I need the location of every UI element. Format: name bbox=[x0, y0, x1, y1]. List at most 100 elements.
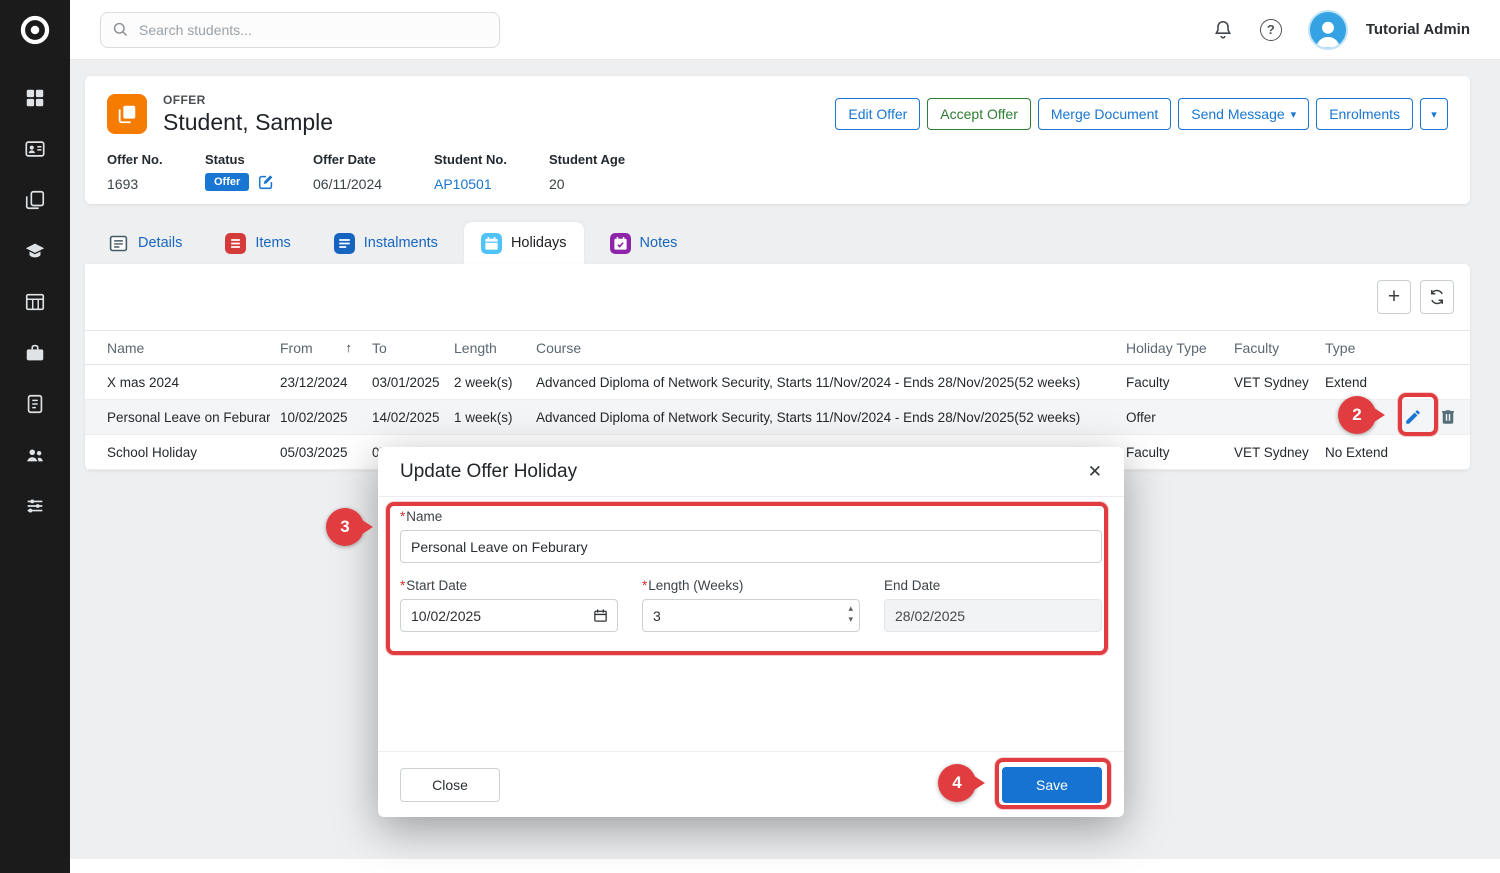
sidebar-item-finance[interactable] bbox=[23, 392, 47, 416]
instalments-icon bbox=[334, 233, 355, 254]
footer-strip bbox=[70, 859, 1500, 873]
cell-name: Personal Leave on Feburary bbox=[85, 400, 270, 435]
from-header-label: From bbox=[280, 340, 313, 356]
col-header-to[interactable]: To bbox=[362, 331, 444, 365]
table-header-row: Name From ↑ To Length Course Holiday Typ… bbox=[85, 331, 1470, 365]
holiday-name-input[interactable] bbox=[400, 530, 1102, 563]
sidebar-item-users[interactable] bbox=[23, 443, 47, 467]
app-logo[interactable] bbox=[0, 0, 70, 60]
dashboard-icon bbox=[24, 87, 46, 109]
col-header-faculty[interactable]: Faculty bbox=[1224, 331, 1315, 365]
user-icon bbox=[1311, 16, 1345, 48]
offer-no-label: Offer No. bbox=[107, 152, 205, 167]
table-row: X mas 2024 23/12/2024 03/01/2025 2 week(… bbox=[85, 365, 1470, 400]
add-holiday-button[interactable]: + bbox=[1377, 280, 1411, 314]
tab-notes-label: Notes bbox=[640, 235, 678, 251]
col-header-type[interactable]: Type bbox=[1315, 331, 1390, 365]
items-icon bbox=[225, 233, 246, 254]
delete-holiday-icon[interactable] bbox=[1439, 408, 1457, 426]
edit-offer-button[interactable]: Edit Offer bbox=[835, 98, 920, 130]
notifications-button[interactable] bbox=[1212, 19, 1234, 41]
enrolments-button[interactable]: Enrolments bbox=[1316, 98, 1413, 130]
cell-course: Advanced Diploma of Network Security, St… bbox=[526, 400, 1116, 435]
col-header-length[interactable]: Length bbox=[444, 331, 526, 365]
tab-holidays[interactable]: Holidays bbox=[464, 222, 584, 264]
sidebar-item-agents[interactable] bbox=[23, 341, 47, 365]
tab-instalments[interactable]: Instalments bbox=[317, 222, 455, 264]
status-label: Status bbox=[205, 152, 313, 167]
cell-to: 03/01/2025 bbox=[362, 365, 444, 400]
col-header-from[interactable]: From ↑ bbox=[270, 331, 362, 365]
sidebar-item-offers[interactable] bbox=[23, 188, 47, 212]
help-button[interactable]: ? bbox=[1260, 19, 1282, 41]
start-date-input[interactable] bbox=[400, 599, 618, 632]
tab-items[interactable]: Items bbox=[208, 222, 307, 264]
tab-details[interactable]: Details bbox=[91, 222, 199, 264]
cell-actions bbox=[1390, 400, 1470, 435]
edit-status-icon[interactable] bbox=[257, 173, 275, 191]
offer-type-icon bbox=[107, 94, 147, 134]
avatar[interactable] bbox=[1308, 10, 1348, 50]
tab-notes[interactable]: Notes bbox=[593, 222, 695, 264]
tab-items-label: Items bbox=[255, 235, 290, 251]
cell-holiday-type: Faculty bbox=[1116, 435, 1224, 470]
more-actions-button[interactable]: ▾ bbox=[1420, 98, 1448, 130]
close-icon[interactable]: ✕ bbox=[1088, 462, 1102, 482]
sidebar-item-courses[interactable] bbox=[23, 239, 47, 263]
sidebar-item-settings[interactable] bbox=[23, 494, 47, 518]
accept-offer-button[interactable]: Accept Offer bbox=[927, 98, 1031, 130]
student-no-link[interactable]: AP10501 bbox=[434, 176, 549, 192]
sidebar-item-students[interactable] bbox=[23, 137, 47, 161]
details-icon bbox=[108, 233, 129, 254]
number-stepper[interactable]: ▴ ▾ bbox=[848, 603, 853, 625]
offer-date-value: 06/11/2024 bbox=[313, 176, 434, 192]
send-message-label: Send Message bbox=[1191, 106, 1284, 122]
search-box bbox=[100, 12, 500, 48]
cell-type: Extend bbox=[1315, 365, 1390, 400]
student-card-icon bbox=[24, 138, 46, 160]
sidebar-item-dashboard[interactable] bbox=[23, 86, 47, 110]
invoice-icon bbox=[24, 393, 46, 415]
col-header-actions bbox=[1390, 331, 1470, 365]
sidebar-item-reports[interactable] bbox=[23, 290, 47, 314]
search-icon bbox=[111, 20, 130, 39]
send-message-button[interactable]: Send Message ▾ bbox=[1178, 98, 1309, 130]
modal-title: Update Offer Holiday bbox=[400, 461, 577, 483]
cell-length: 1 week(s) bbox=[444, 400, 526, 435]
offer-info-row: Offer No. 1693 Status Offer Offer Date 0… bbox=[107, 152, 1448, 192]
cell-type: No Extend bbox=[1315, 435, 1390, 470]
tab-details-label: Details bbox=[138, 235, 182, 251]
search-input[interactable] bbox=[100, 12, 500, 48]
cell-from: 05/03/2025 bbox=[270, 435, 362, 470]
offer-date-label: Offer Date bbox=[313, 152, 434, 167]
cell-actions bbox=[1390, 435, 1470, 470]
merge-document-button[interactable]: Merge Document bbox=[1038, 98, 1171, 130]
col-header-course[interactable]: Course bbox=[526, 331, 1116, 365]
cell-faculty: VET Sydney bbox=[1224, 435, 1315, 470]
required-asterisk: * bbox=[400, 578, 405, 593]
main-content: OFFER Student, Sample Edit Offer Accept … bbox=[70, 60, 1500, 470]
edit-holiday-icon[interactable] bbox=[1404, 408, 1422, 426]
col-header-holiday-type[interactable]: Holiday Type bbox=[1116, 331, 1224, 365]
close-button[interactable]: Close bbox=[400, 768, 500, 802]
cell-name: X mas 2024 bbox=[85, 365, 270, 400]
sliders-icon bbox=[24, 495, 46, 517]
end-date-label: End Date bbox=[884, 578, 940, 593]
update-offer-holiday-modal: Update Offer Holiday ✕ * Name * Start Da… bbox=[378, 447, 1124, 817]
col-header-name[interactable]: Name bbox=[85, 331, 270, 365]
topbar-right: ? Tutorial Admin bbox=[1212, 10, 1470, 50]
cell-from: 10/02/2025 bbox=[270, 400, 362, 435]
stepper-up-icon[interactable]: ▴ bbox=[848, 603, 853, 614]
refresh-button[interactable] bbox=[1420, 280, 1454, 314]
chevron-down-icon: ▾ bbox=[1431, 108, 1437, 121]
tab-holidays-label: Holidays bbox=[511, 235, 567, 251]
save-button[interactable]: Save bbox=[1002, 767, 1102, 803]
length-weeks-input[interactable] bbox=[642, 599, 860, 632]
offer-header-card: OFFER Student, Sample Edit Offer Accept … bbox=[85, 76, 1470, 204]
cell-holiday-type: Faculty bbox=[1116, 365, 1224, 400]
help-icon: ? bbox=[1260, 19, 1282, 41]
cell-name: School Holiday bbox=[85, 435, 270, 470]
length-weeks-label: Length (Weeks) bbox=[648, 578, 743, 593]
sort-ascending-icon: ↑ bbox=[346, 340, 353, 355]
stepper-down-icon[interactable]: ▾ bbox=[848, 614, 853, 625]
